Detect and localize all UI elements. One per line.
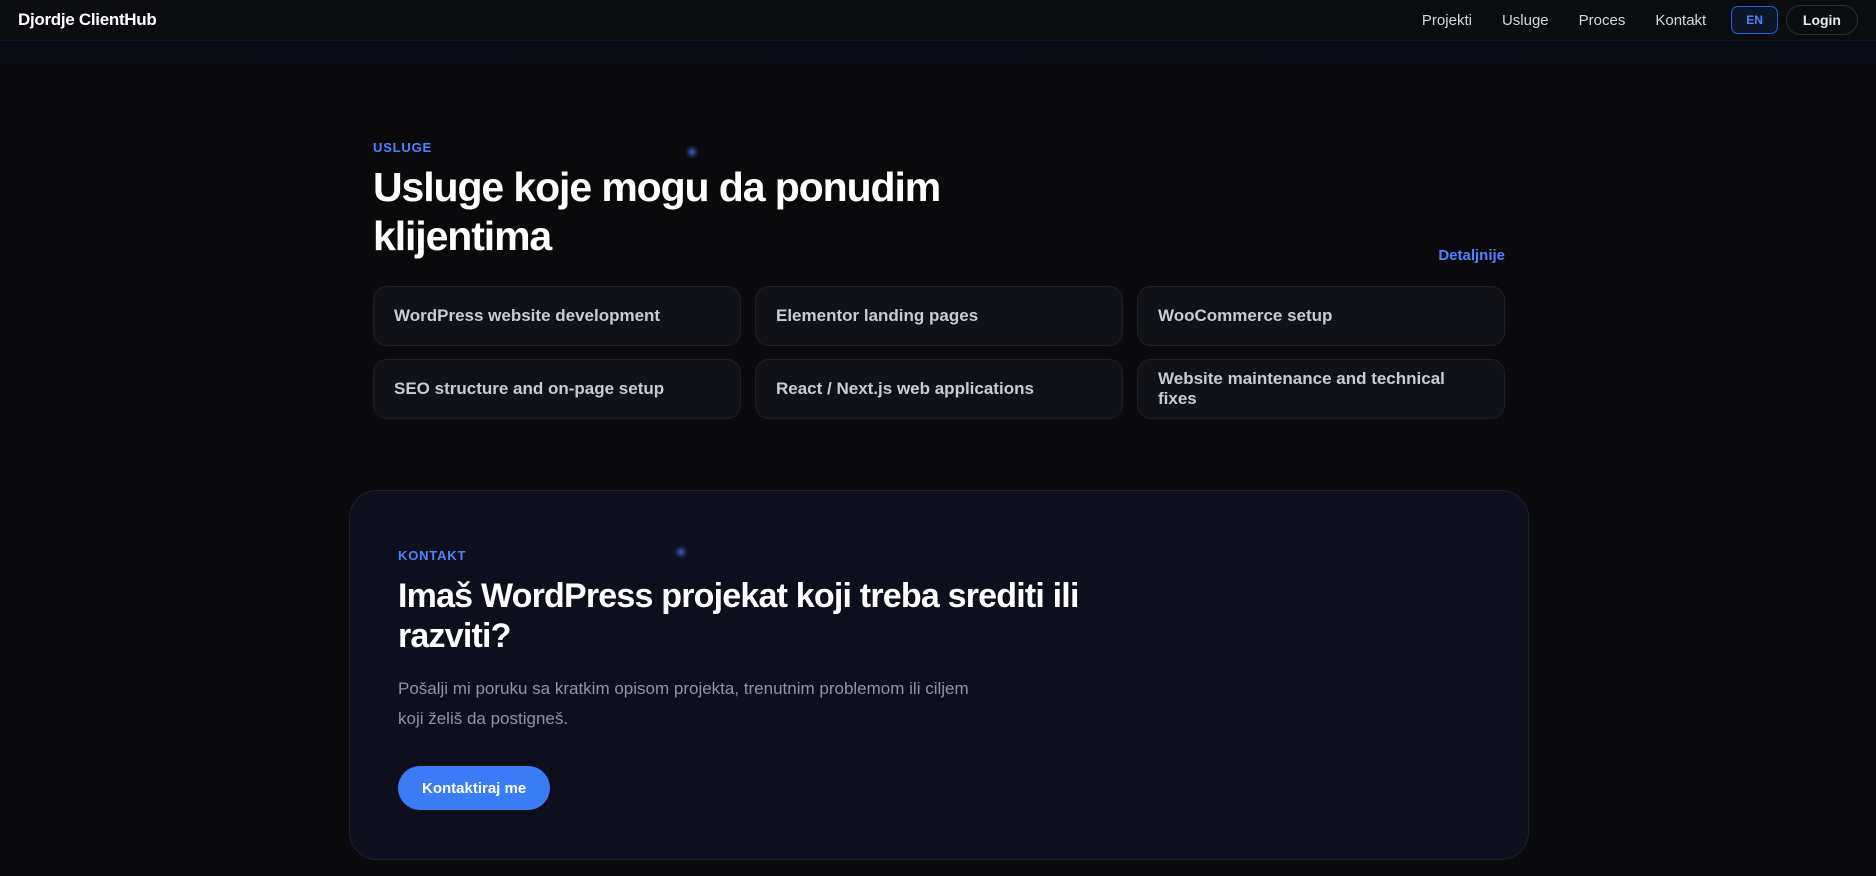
contact-description: Pošalji mi poruku sa kratkim opisom proj… [398, 679, 969, 728]
services-title: Usluge koje mogu da ponudim klijentima [373, 164, 941, 259]
brand-logo[interactable]: Djordje ClientHub [18, 10, 157, 30]
contact-title: Imaš WordPress projekat koji treba sredi… [398, 577, 1079, 655]
top-navbar: Djordje ClientHub Projekti Usluge Proces… [0, 0, 1876, 41]
contact-me-button[interactable]: Kontaktiraj me [398, 766, 551, 810]
service-card-woocommerce: WooCommerce setup [1137, 286, 1505, 346]
nav-link-projekti[interactable]: Projekti [1422, 12, 1472, 29]
services-grid: WordPress website development Elementor … [373, 286, 1505, 419]
page: Djordje ClientHub Projekti Usluge Proces… [0, 0, 1876, 876]
nav-link-kontakt[interactable]: Kontakt [1655, 12, 1706, 29]
language-toggle-button[interactable]: EN [1731, 6, 1778, 34]
service-card-elementor: Elementor landing pages [755, 286, 1123, 346]
contact-eyebrow: KONTAKT [398, 548, 467, 563]
service-card-maintenance: Website maintenance and technical fixes [1137, 359, 1505, 419]
services-section: USLUGE Usluge koje mogu da ponudim klije… [373, 140, 1505, 419]
header-divider-band [0, 41, 1876, 71]
details-link[interactable]: Detaljnije [1438, 247, 1505, 264]
nav-link-usluge[interactable]: Usluge [1502, 12, 1549, 29]
service-card-react-nextjs: React / Next.js web applications [755, 359, 1123, 419]
main-nav: Projekti Usluge Proces Kontakt EN Login [1422, 5, 1858, 35]
contact-section: KONTAKT Imaš WordPress projekat koji tre… [349, 490, 1529, 860]
login-button[interactable]: Login [1785, 5, 1858, 35]
service-card-wordpress: WordPress website development [373, 286, 741, 346]
contact-content: KONTAKT Imaš WordPress projekat koji tre… [398, 548, 1138, 810]
nav-link-proces[interactable]: Proces [1579, 12, 1626, 29]
service-card-seo: SEO structure and on-page setup [373, 359, 741, 419]
services-eyebrow: USLUGE [373, 140, 432, 155]
